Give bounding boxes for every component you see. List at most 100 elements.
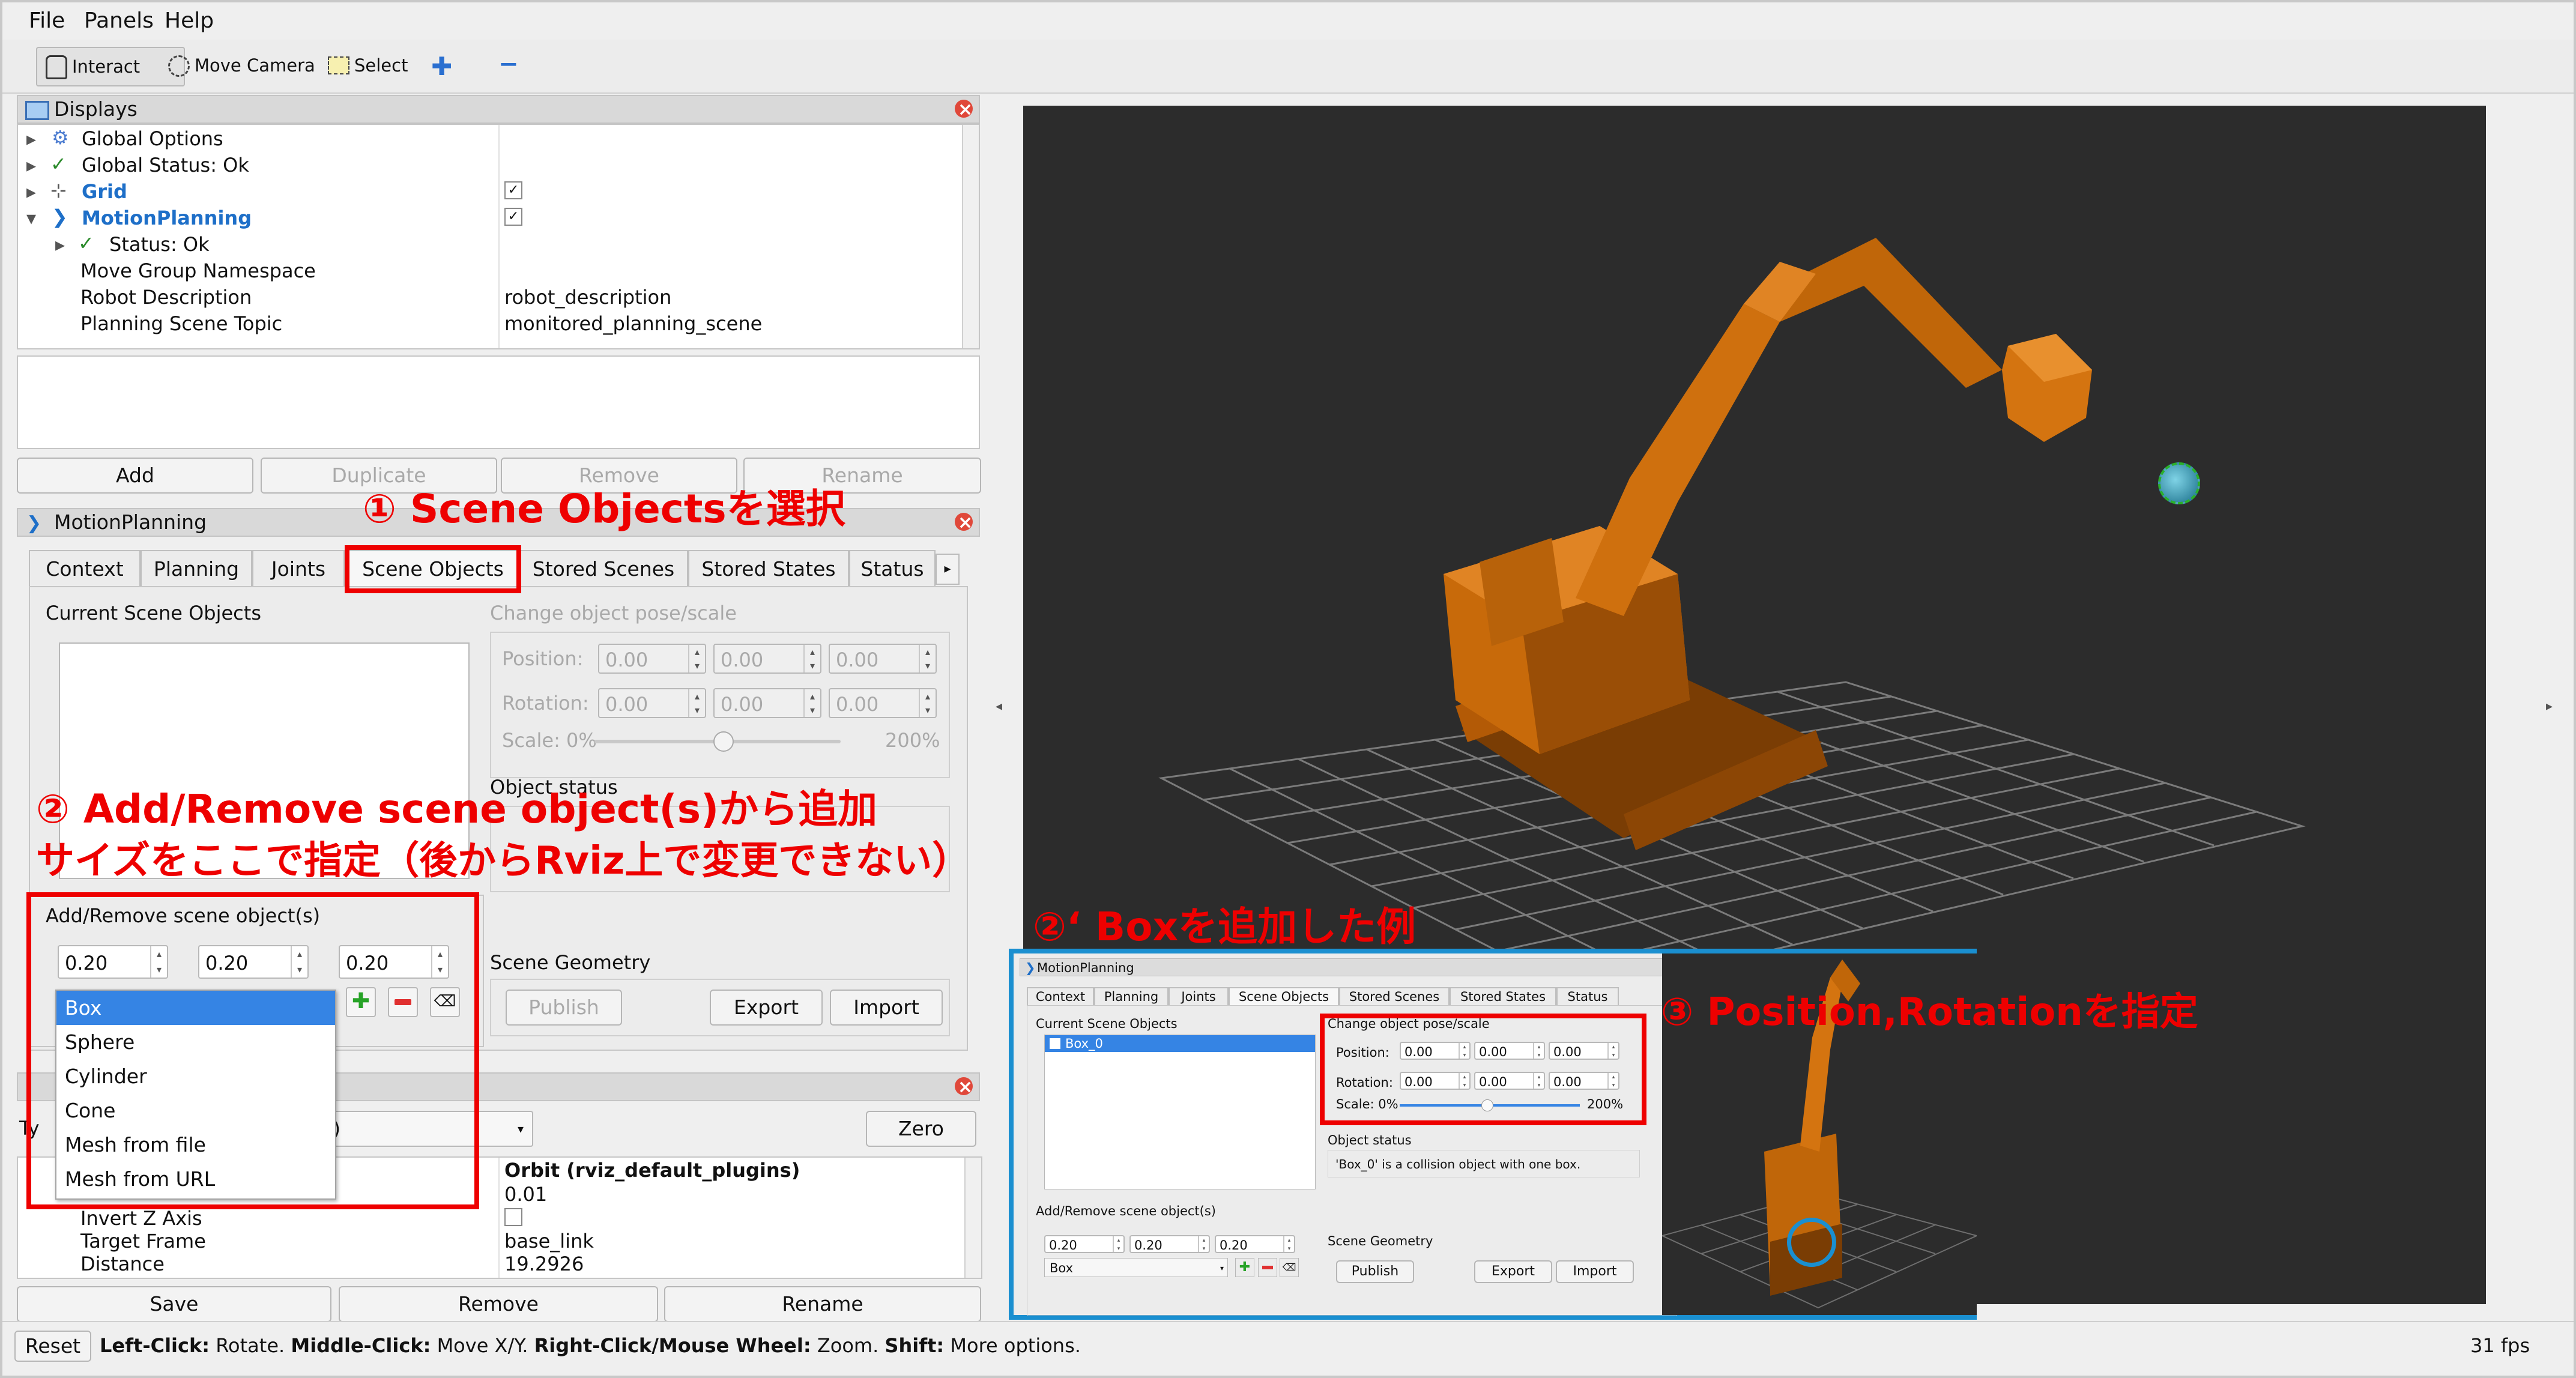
- menu-panels[interactable]: Panels: [84, 8, 154, 33]
- inset-shape-select[interactable]: Box ▾: [1044, 1258, 1228, 1277]
- distance-value[interactable]: 19.2926: [504, 1253, 584, 1275]
- tree-item-status[interactable]: Status: Ok: [109, 233, 210, 256]
- publish-button[interactable]: Publish: [506, 990, 622, 1026]
- distance-label[interactable]: Distance: [80, 1253, 165, 1275]
- motion-planning-checkbox[interactable]: ✓: [504, 208, 522, 226]
- inset-scene-objects-list[interactable]: Box_0: [1044, 1035, 1316, 1189]
- toolbar: Interact Move Camera Select ✚ −: [2, 40, 2574, 94]
- move-camera-icon: [168, 55, 190, 77]
- target-frame-value[interactable]: base_link: [504, 1230, 594, 1253]
- rotation-y-field[interactable]: 0.00 ▴ ▾: [713, 688, 821, 718]
- display-description: [17, 355, 980, 449]
- inset-remove-icon[interactable]: [1258, 1258, 1277, 1277]
- tab-stored-scenes[interactable]: Stored Scenes: [519, 550, 688, 587]
- tab-stored-states[interactable]: Stored States: [688, 550, 849, 587]
- target-frame-label[interactable]: Target Frame: [80, 1230, 206, 1253]
- inset-current-objects-label: Current Scene Objects: [1036, 1017, 1178, 1031]
- tab-status[interactable]: Status: [849, 550, 936, 587]
- menu-file[interactable]: File: [29, 8, 65, 33]
- inset-size-x[interactable]: 0.20 ▴ ▾: [1044, 1235, 1125, 1253]
- inset-scene-geometry-label: Scene Geometry: [1328, 1234, 1433, 1248]
- excavator-model: [1444, 238, 2092, 850]
- interact-label: Interact: [72, 56, 141, 77]
- tree-item-grid[interactable]: Grid: [82, 180, 127, 203]
- inset-publish-button[interactable]: Publish: [1336, 1260, 1414, 1283]
- grid-icon: ⊹: [50, 179, 67, 202]
- interactive-marker-icon[interactable]: [2158, 462, 2200, 504]
- inset-import-button[interactable]: Import: [1556, 1260, 1634, 1283]
- current-view-value[interactable]: Orbit (rviz_default_plugins): [504, 1159, 800, 1182]
- inset-size-z[interactable]: 0.20 ▴ ▾: [1215, 1235, 1295, 1253]
- status-hint: Left-Click: Rotate. Middle-Click: Move X…: [100, 1334, 1081, 1357]
- inset-export-button[interactable]: Export: [1474, 1260, 1552, 1283]
- robot-description-value[interactable]: robot_description: [504, 286, 671, 309]
- inset-tab-planning[interactable]: Planning: [1094, 987, 1169, 1005]
- tree-item-global-options[interactable]: Global Options: [82, 127, 223, 150]
- inset-add-icon[interactable]: ✚: [1235, 1258, 1254, 1277]
- menu-help[interactable]: Help: [165, 8, 214, 33]
- inset-tab-stored-scenes[interactable]: Stored Scenes: [1339, 987, 1450, 1005]
- inset-clear-icon[interactable]: ⌫: [1280, 1258, 1299, 1277]
- inset-tab-status[interactable]: Status: [1556, 987, 1619, 1005]
- current-scene-objects-label: Current Scene Objects: [46, 602, 261, 624]
- menu-bar: File Panels Help: [2, 2, 2574, 40]
- inset-tab-joints[interactable]: Joints: [1169, 987, 1229, 1005]
- save-view-button[interactable]: Save: [17, 1286, 331, 1322]
- grid-checkbox[interactable]: ✓: [504, 181, 522, 199]
- tab-context[interactable]: Context: [29, 550, 141, 587]
- motion-planning-icon: ❯: [1025, 961, 1036, 975]
- add-display-button[interactable]: Add: [17, 458, 253, 494]
- scale-slider-handle[interactable]: [713, 731, 734, 752]
- collapse-right-icon[interactable]: ▸: [2546, 699, 2553, 714]
- move-camera-tool[interactable]: Move Camera: [160, 47, 333, 84]
- remove-view-button[interactable]: Remove: [339, 1286, 658, 1322]
- highlight-scene-objects-tab: [345, 545, 521, 593]
- rename-view-button[interactable]: Rename: [664, 1286, 981, 1322]
- rotation-x-field[interactable]: 0.00 ▴ ▾: [598, 688, 706, 718]
- displays-tree[interactable]: ▸ ⚙ Global Options ▸ ✓ Global Status: Ok…: [17, 124, 980, 349]
- annotation-2-line1: ② Add/Remove scene object(s)から追加: [36, 786, 878, 832]
- export-button[interactable]: Export: [710, 990, 823, 1026]
- tab-scroll-right[interactable]: ▸: [936, 554, 960, 585]
- inset-header: ❯ MotionPlanning: [1020, 958, 1680, 976]
- reset-button[interactable]: Reset: [14, 1331, 91, 1362]
- select-tool[interactable]: Select: [319, 47, 444, 84]
- inset-tab-scene-objects[interactable]: Scene Objects: [1229, 987, 1339, 1005]
- inset-tab-stored-states[interactable]: Stored States: [1450, 987, 1556, 1005]
- position-y-field[interactable]: 0.00 ▴ ▾: [713, 644, 821, 674]
- planning-scene-topic-value[interactable]: monitored_planning_scene: [504, 312, 762, 335]
- close-icon[interactable]: [955, 510, 973, 536]
- tree-item-motion-planning[interactable]: MotionPlanning: [82, 207, 252, 229]
- scene-geometry-label: Scene Geometry: [490, 951, 651, 974]
- tree-item-global-status[interactable]: Global Status: Ok: [82, 154, 249, 177]
- monitor-icon: [25, 101, 49, 120]
- status-bar: Reset Left-Click: Rotate. Middle-Click: …: [2, 1321, 2574, 1375]
- zero-button[interactable]: Zero: [866, 1111, 976, 1147]
- inset-object-checkbox[interactable]: [1050, 1038, 1060, 1049]
- near-clip-value[interactable]: 0.01: [504, 1183, 547, 1206]
- tab-planning[interactable]: Planning: [141, 550, 252, 587]
- add-tool-icon[interactable]: ✚: [431, 52, 452, 81]
- position-z-field[interactable]: 0.00 ▴ ▾: [829, 644, 937, 674]
- displays-panel: Displays ▸ ⚙ Global Options ▸ ✓ Global S…: [17, 95, 980, 449]
- tab-joints[interactable]: Joints: [252, 550, 345, 587]
- tree-item-move-group-namespace[interactable]: Move Group Namespace: [80, 259, 316, 282]
- inset-size-y[interactable]: 0.20 ▴ ▾: [1129, 1235, 1210, 1253]
- change-pose-label: Change object pose/scale: [490, 602, 737, 624]
- rotation-z-field[interactable]: 0.00 ▴ ▾: [829, 688, 937, 718]
- invert-z-checkbox[interactable]: [504, 1208, 522, 1226]
- position-x-field[interactable]: 0.00 ▴ ▾: [598, 644, 706, 674]
- remove-tool-icon[interactable]: −: [498, 50, 519, 78]
- scrollbar[interactable]: [964, 1158, 981, 1278]
- inset-tab-context[interactable]: Context: [1027, 987, 1094, 1005]
- invert-z-axis-label[interactable]: Invert Z Axis: [80, 1207, 202, 1230]
- close-icon[interactable]: [955, 97, 973, 123]
- inset-object-item[interactable]: Box_0: [1045, 1035, 1315, 1052]
- tree-item-planning-scene-topic[interactable]: Planning Scene Topic: [80, 312, 282, 335]
- rviz-window: File Panels Help Interact Move Camera Se…: [0, 0, 2576, 1378]
- tree-item-robot-description[interactable]: Robot Description: [80, 286, 252, 309]
- import-button[interactable]: Import: [830, 990, 943, 1026]
- close-icon[interactable]: [955, 1074, 973, 1101]
- collapse-left-icon[interactable]: ◂: [996, 699, 1002, 714]
- scrollbar[interactable]: [962, 125, 979, 348]
